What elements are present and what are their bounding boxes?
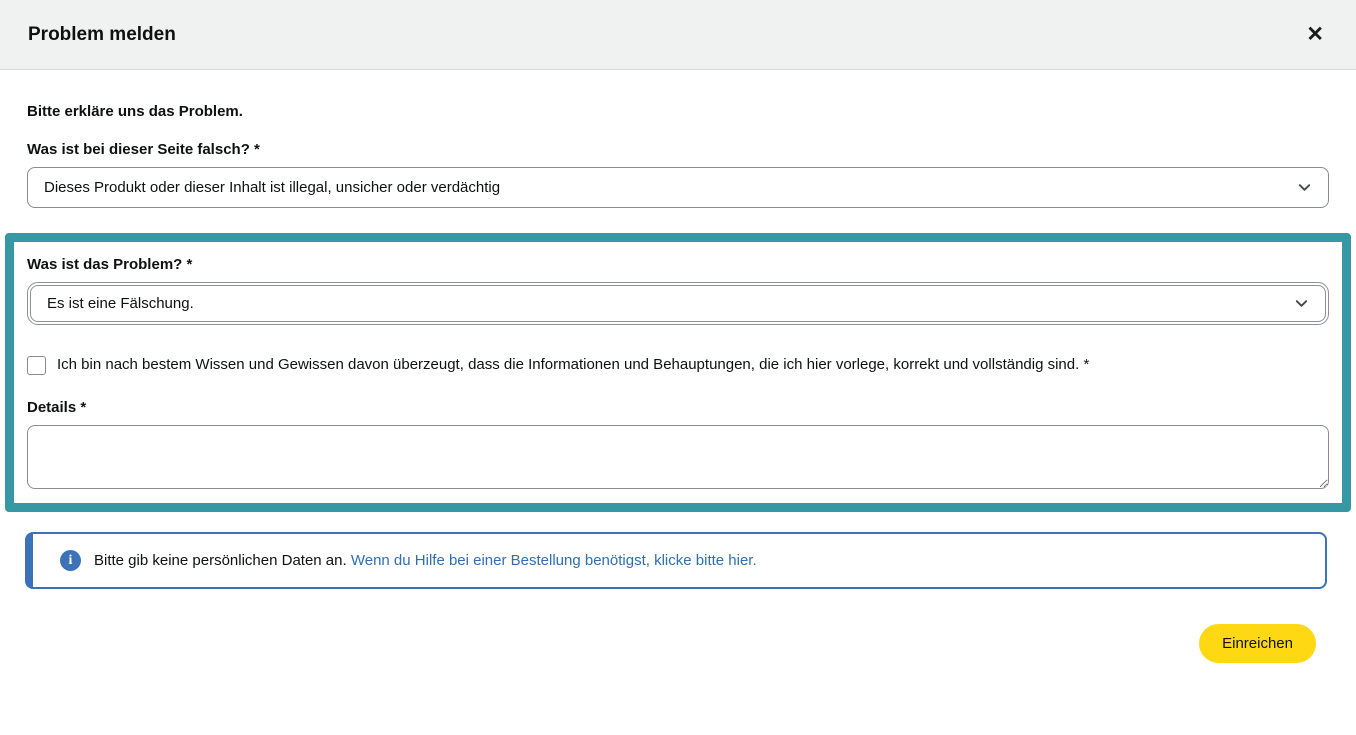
problem-question-focus-ring: Es ist eine Fälschung. [27,282,1329,325]
info-icon: i [60,550,81,571]
confirmation-checkbox[interactable] [27,356,46,375]
intro-text: Bitte erkläre uns das Problem. [27,103,1329,120]
modal-header: Problem melden ✕ [0,0,1356,70]
privacy-notice: i Bitte gib keine persönlichen Daten an.… [25,532,1327,589]
page-question-label: Was ist bei dieser Seite falsch? * [27,141,1329,158]
page-question-select[interactable]: Dieses Produkt oder dieser Inhalt ist il… [27,167,1329,208]
modal-title: Problem melden [28,24,176,46]
close-icon[interactable]: ✕ [1302,20,1328,49]
page-question-selected-value: Dieses Produkt oder dieser Inhalt ist il… [44,179,1297,196]
confirmation-checkbox-label[interactable]: Ich bin nach bestem Wissen und Gewissen … [57,352,1089,378]
problem-question-label: Was ist das Problem? * [27,256,1329,273]
report-problem-modal: Problem melden ✕ Bitte erkläre uns das P… [0,0,1356,663]
confirmation-row: Ich bin nach bestem Wissen und Gewissen … [27,352,1329,378]
notice-text: Bitte gib keine persönlichen Daten an. W… [94,552,757,569]
modal-body: Bitte erkläre uns das Problem. Was ist b… [0,103,1356,589]
notice-static-text: Bitte gib keine persönlichen Daten an. [94,552,347,569]
chevron-down-icon [1297,180,1312,195]
submit-button[interactable]: Einreichen [1199,624,1316,663]
problem-question-select[interactable]: Es ist eine Fälschung. [30,285,1326,322]
chevron-down-icon [1294,296,1309,311]
order-help-link[interactable]: Wenn du Hilfe bei einer Bestellung benöt… [351,552,757,569]
modal-footer: Einreichen [0,589,1356,663]
details-label: Details * [27,399,1329,416]
highlight-annotation-box: Was ist das Problem? * Es ist eine Fälsc… [5,233,1351,512]
details-textarea[interactable] [27,425,1329,489]
problem-question-selected-value: Es ist eine Fälschung. [47,295,1294,312]
